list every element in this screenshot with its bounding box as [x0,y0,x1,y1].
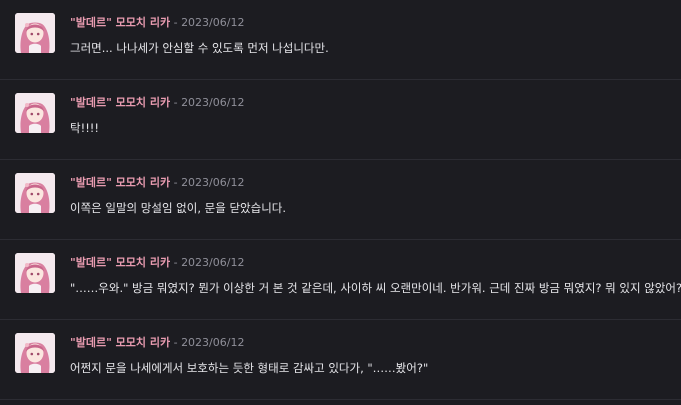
message-date: 2023/06/12 [181,16,245,29]
avatar-icon[interactable] [15,253,55,293]
meta-separator: - [170,16,182,29]
message-item: "발데르" 모모치 리카 - 2023/06/12 그러면... 나나세가 안심… [0,0,681,80]
message-text: 그러면... 나나세가 안심할 수 있도록 먼저 나섭니다만. [70,41,329,55]
meta-separator: - [170,96,182,109]
message-item: "발데르" 모모치 리카 - 2023/06/12 어쩐지 문을 나세에게서 보… [0,320,681,400]
message-date: 2023/06/12 [181,176,245,189]
author-name[interactable]: "발데르" 모모치 리카 [70,16,170,29]
avatar-icon[interactable] [15,13,55,53]
avatar-icon[interactable] [15,333,55,373]
message-text: "……우와." 방금 뭐였지? 뭔가 이상한 거 본 것 같은데, 사이하 씨 … [70,281,681,295]
message-date: 2023/06/12 [181,256,245,269]
meta-separator: - [170,176,182,189]
message-meta: "발데르" 모모치 리카 - 2023/06/12 [70,96,244,110]
meta-separator: - [170,336,182,349]
message-meta: "발데르" 모모치 리카 - 2023/06/12 [70,176,244,190]
message-date: 2023/06/12 [181,336,245,349]
meta-separator: - [170,256,182,269]
message-date: 2023/06/12 [181,96,245,109]
avatar-icon[interactable] [15,93,55,133]
message-meta: "발데르" 모모치 리카 - 2023/06/12 [70,336,244,350]
author-name[interactable]: "발데르" 모모치 리카 [70,176,170,189]
message-text: 이쪽은 일말의 망설임 없이, 문을 닫았습니다. [70,201,287,215]
message-item: "발데르" 모모치 리카 - 2023/06/12 이쪽은 일말의 망설임 없이… [0,160,681,240]
avatar-icon[interactable] [15,173,55,213]
message-item: "발데르" 모모치 리카 - 2023/06/12 탁!!!! [0,80,681,160]
author-name[interactable]: "발데르" 모모치 리카 [70,336,170,349]
message-meta: "발데르" 모모치 리카 - 2023/06/12 [70,16,244,30]
message-item: "발데르" 모모치 리카 - 2023/06/12 "……우와." 방금 뭐였지… [0,240,681,320]
message-text: 탁!!!! [70,121,100,135]
author-name[interactable]: "발데르" 모모치 리카 [70,256,170,269]
author-name[interactable]: "발데르" 모모치 리카 [70,96,170,109]
message-text: 어쩐지 문을 나세에게서 보호하는 듯한 형태로 감싸고 있다가, "……봤어?… [70,361,429,375]
message-meta: "발데르" 모모치 리카 - 2023/06/12 [70,256,244,270]
message-feed: "발데르" 모모치 리카 - 2023/06/12 그러면... 나나세가 안심… [0,0,681,400]
